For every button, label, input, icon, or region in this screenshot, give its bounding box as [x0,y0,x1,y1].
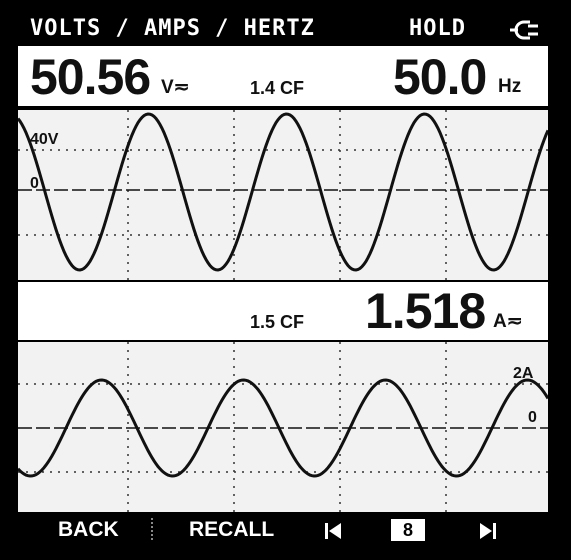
current-scale-label: 2A [513,365,534,382]
voltage-crest-factor: 1.4 CF [250,78,305,98]
voltage-trace [16,112,550,272]
page-number-indicator[interactable]: 8 [391,519,425,541]
frequency-unit: Hz [498,76,522,97]
skip-forward-icon[interactable] [478,521,498,541]
back-button[interactable]: BACK [58,518,119,542]
current-waveform-plot: 2A 0 [16,342,550,512]
current-crest-factor: 1.5 CF [250,312,305,332]
mode-title: VOLTS / AMPS / HERTZ [30,16,315,41]
softkey-divider [151,518,155,540]
voltage-unit: V≂ [161,77,190,98]
frequency-value: 50.0 [393,49,487,105]
status-bar: VOLTS / AMPS / HERTZ HOLD [0,0,571,46]
hold-indicator: HOLD [409,16,466,41]
current-graticule [18,342,548,512]
current-unit: A≂ [493,311,523,332]
mains-plug-icon [510,20,538,40]
current-zero-label: 0 [528,409,537,426]
voltage-waveform-plot: 40V 0 [16,110,550,280]
voltage-scale-label: 40V [30,131,59,148]
skip-back-icon[interactable] [323,521,343,541]
voltage-zero-label: 0 [30,175,39,192]
voltage-waveform-panel: 40V 0 [16,110,550,280]
voltage-value: 50.56 [30,49,151,105]
voltage-frequency-readout: 50.56 V≂ 1.4 CF 50.0 Hz [18,46,548,106]
current-value: 1.518 [365,283,486,339]
voltage-graticule [18,110,548,280]
current-waveform-panel: 2A 0 [16,342,550,512]
current-readout: 1.5 CF 1.518 A≂ [18,282,548,340]
softkey-bar: BACK RECALL 8 [0,512,571,560]
recall-button[interactable]: RECALL [189,518,274,542]
